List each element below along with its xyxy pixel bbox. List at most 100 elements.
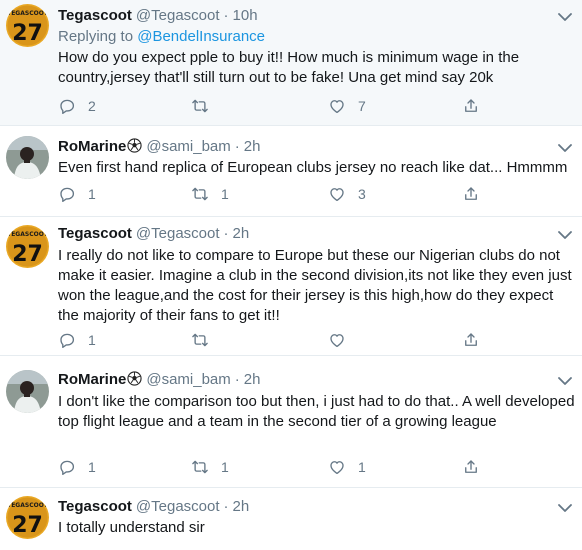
display-name[interactable]: Tegascoot (58, 498, 132, 515)
share-icon (465, 187, 477, 200)
tweet[interactable]: TEGASCOOT 27 Tegascoot @Tegascoot · 10h Rep… (0, 0, 582, 125)
chevron-down-icon[interactable] (558, 143, 572, 153)
avatar-image (6, 370, 49, 413)
share-icon (465, 99, 477, 112)
retweet-icon (192, 333, 208, 347)
avatar-caption: TEGASCOOT (7, 502, 49, 509)
retweet-count: 1 (221, 186, 229, 202)
avatar-number: 27 (12, 242, 43, 267)
replying-to: Replying to @BendelInsurance (58, 27, 265, 47)
reply-button[interactable]: 1 (58, 184, 96, 204)
reply-icon (60, 333, 75, 349)
display-name[interactable]: RoMarine (58, 371, 126, 388)
tweet[interactable]: RoMarine @sami_bam · 2h I don't like the co… (0, 356, 582, 487)
tweet[interactable]: TEGASCOOT 27 Tegascoot @Tegascoot · 2h I re… (0, 217, 582, 355)
timestamp[interactable]: 2h (233, 225, 250, 242)
timestamp[interactable]: 2h (244, 138, 261, 155)
tweet[interactable]: RoMarine @sami_bam · 2h Even first hand rep… (0, 126, 582, 216)
retweet-icon (192, 187, 208, 201)
like-button[interactable]: 1 (328, 457, 366, 477)
tweet-header: Tegascoot @Tegascoot · 2h (58, 224, 249, 244)
share-icon (465, 460, 477, 473)
retweet-icon (192, 99, 208, 113)
avatar-image (6, 136, 49, 179)
like-button[interactable]: 7 (328, 96, 366, 116)
like-count: 7 (358, 98, 366, 114)
replying-prefix: Replying to (58, 28, 134, 45)
separator-dot: · (223, 498, 229, 515)
timestamp[interactable]: 10h (233, 7, 258, 24)
handle[interactable]: @Tegascoot (136, 498, 220, 515)
avatar[interactable]: TEGASCOOT 27 (6, 225, 49, 268)
reply-button[interactable]: 1 (58, 330, 96, 350)
avatar-caption: TEGASCOOT (7, 10, 49, 17)
share-button[interactable] (462, 457, 480, 477)
display-name[interactable]: Tegascoot (58, 7, 132, 24)
handle[interactable]: @Tegascoot (136, 7, 220, 24)
avatar[interactable]: TEGASCOOT 27 (6, 496, 49, 539)
like-button[interactable]: 3 (328, 184, 366, 204)
like-count: 1 (358, 459, 366, 475)
tweet-header: Tegascoot @Tegascoot · 2h (58, 497, 249, 517)
avatar-image: TEGASCOOT 27 (6, 225, 49, 268)
timestamp[interactable]: 2h (233, 498, 250, 515)
handle[interactable]: @Tegascoot (136, 225, 220, 242)
retweet-button[interactable]: 1 (191, 457, 229, 477)
reply-button[interactable]: 2 (58, 96, 96, 116)
reply-icon (60, 460, 75, 476)
separator-dot: · (234, 138, 240, 155)
soccer-ball-icon (127, 371, 142, 386)
tweet[interactable]: TEGASCOOT 27 Tegascoot @Tegascoot · 2h I to… (0, 488, 582, 550)
chevron-down-icon[interactable] (558, 12, 572, 22)
chevron-down-icon[interactable] (558, 376, 572, 386)
reply-count: 1 (88, 332, 96, 348)
display-name[interactable]: Tegascoot (58, 225, 132, 242)
chevron-down-icon[interactable] (558, 230, 572, 240)
share-button[interactable] (462, 96, 480, 116)
tweet-header: RoMarine @sami_bam · 2h (58, 370, 260, 390)
avatar[interactable]: TEGASCOOT 27 (6, 4, 49, 47)
share-button[interactable] (462, 184, 480, 204)
tweet-text: How do you expect pple to buy it!! How m… (58, 49, 520, 86)
retweet-button[interactable] (191, 96, 221, 116)
tweet-actions: 2 7 (58, 96, 578, 116)
chevron-down-icon[interactable] (558, 503, 572, 513)
handle[interactable]: @sami_bam (146, 138, 230, 155)
soccer-ball-icon (127, 138, 142, 153)
tweet-actions: 1 1 3 (58, 184, 578, 204)
tweet-header: Tegascoot @Tegascoot · 10h (58, 6, 258, 26)
avatar-caption: TEGASCOOT (7, 231, 49, 238)
avatar-image: TEGASCOOT 27 (6, 4, 49, 47)
timestamp[interactable]: 2h (244, 371, 261, 388)
share-button[interactable] (462, 330, 480, 350)
tweet-text: I really do not like to compare to Europ… (58, 247, 572, 324)
mention-link[interactable]: @BendelInsurance (137, 28, 265, 45)
reply-count: 1 (88, 459, 96, 475)
retweet-button[interactable] (191, 330, 221, 350)
retweet-count: 1 (221, 459, 229, 475)
like-button[interactable] (328, 330, 358, 350)
heart-icon (330, 461, 344, 475)
avatar[interactable] (6, 136, 49, 179)
display-name[interactable]: RoMarine (58, 138, 126, 155)
separator-dot: · (223, 7, 229, 24)
heart-icon (330, 188, 344, 202)
retweet-button[interactable]: 1 (191, 184, 229, 204)
like-count: 3 (358, 186, 366, 202)
reply-count: 2 (88, 98, 96, 114)
avatar-number: 27 (12, 21, 43, 46)
tweet-text: I don't like the comparison too but then… (58, 393, 575, 430)
tweet-text: I totally understand sir (58, 519, 205, 536)
avatar-number: 27 (12, 513, 43, 538)
avatar-image: TEGASCOOT 27 (6, 496, 49, 539)
handle[interactable]: @sami_bam (146, 371, 230, 388)
avatar[interactable] (6, 370, 49, 413)
reply-count: 1 (88, 186, 96, 202)
separator-dot: · (223, 225, 229, 242)
reply-icon (60, 187, 75, 203)
tweet-actions: 1 1 1 (58, 457, 578, 477)
share-icon (465, 333, 477, 346)
reply-button[interactable]: 1 (58, 457, 96, 477)
separator-dot: · (234, 371, 240, 388)
reply-icon (60, 99, 75, 115)
